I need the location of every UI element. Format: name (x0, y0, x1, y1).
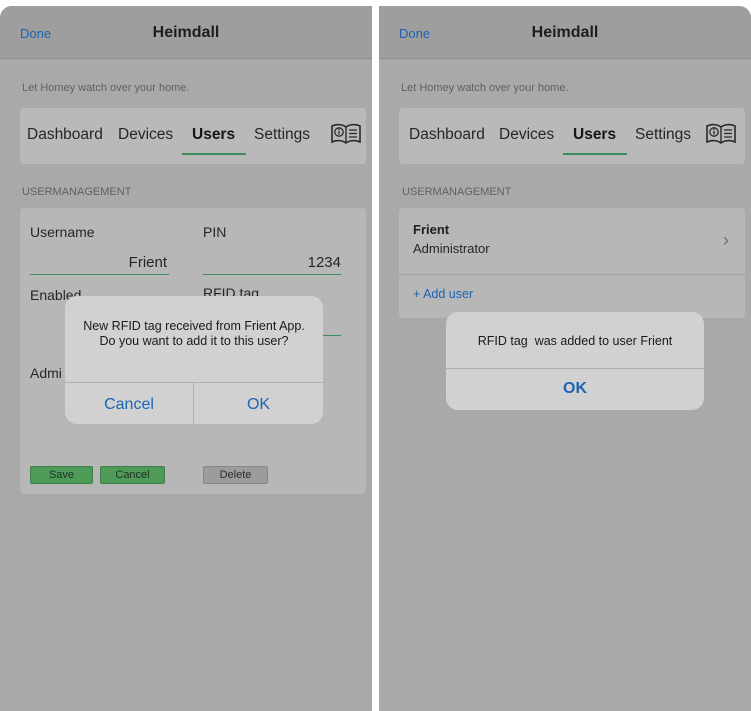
cancel-form-button[interactable]: Cancel (100, 466, 165, 484)
user-row[interactable]: Frient Administrator › (399, 208, 745, 274)
navigation-bar: Done Heimdall (379, 6, 751, 58)
tab-devices[interactable]: Devices (499, 126, 554, 144)
dialog-cancel-button[interactable]: Cancel (65, 396, 193, 414)
user-list: Frient Administrator › + Add user (399, 208, 745, 318)
header-divider (0, 58, 372, 59)
rfid-confirm-dialog: New RFID tag received from Frient App. D… (65, 296, 323, 424)
tab-users[interactable]: Users (192, 126, 235, 144)
active-tab-indicator (182, 153, 246, 155)
tab-users[interactable]: Users (573, 126, 616, 144)
tab-settings[interactable]: Settings (254, 126, 310, 144)
tab-devices[interactable]: Devices (118, 126, 173, 144)
username-label: Username (30, 224, 95, 240)
pin-field[interactable]: 1234 (203, 254, 341, 271)
user-role: Administrator (413, 241, 490, 256)
section-title: USERMANAGEMENT (22, 186, 132, 198)
dialog-divider (65, 382, 323, 383)
tab-bar: Dashboard Devices Users Settings (20, 108, 366, 164)
delete-button[interactable]: Delete (203, 466, 268, 484)
book-info-icon[interactable] (330, 121, 362, 145)
dialog-divider (446, 368, 704, 369)
right-screen: Done Heimdall Let Homey watch over your … (379, 6, 751, 711)
username-field[interactable]: Frient (30, 254, 167, 271)
navigation-bar: Done Heimdall (0, 6, 372, 58)
admin-label: Admi (30, 365, 62, 381)
dialog-message: RFID tag was added to user Frient (477, 334, 673, 348)
dialog-ok-button[interactable]: OK (446, 380, 704, 398)
book-info-icon[interactable] (705, 121, 737, 145)
chevron-right-icon: › (723, 230, 729, 250)
active-tab-indicator (563, 153, 627, 155)
app-title: Heimdall (152, 24, 220, 41)
app-subtitle: Let Homey watch over your home. (22, 82, 190, 94)
app-title: Heimdall (531, 24, 599, 41)
username-underline (30, 274, 169, 275)
app-subtitle: Let Homey watch over your home. (401, 82, 569, 94)
tab-bar: Dashboard Devices Users Settings (399, 108, 745, 164)
header-divider (379, 58, 751, 59)
tab-settings[interactable]: Settings (635, 126, 691, 144)
user-name: Frient (413, 222, 450, 237)
section-title: USERMANAGEMENT (402, 186, 512, 198)
row-divider (399, 274, 745, 275)
add-user-button[interactable]: + Add user (413, 287, 473, 301)
pin-underline (203, 274, 341, 275)
left-screen: Done Heimdall Let Homey watch over your … (0, 6, 372, 711)
rfid-added-dialog: RFID tag was added to user Frient OK (446, 312, 704, 410)
dialog-ok-button[interactable]: OK (194, 396, 323, 414)
pin-label: PIN (203, 224, 227, 240)
tab-dashboard[interactable]: Dashboard (27, 126, 103, 144)
tab-dashboard[interactable]: Dashboard (409, 126, 485, 144)
save-button[interactable]: Save (30, 466, 93, 484)
dialog-message: New RFID tag received from Frient App. D… (83, 319, 305, 348)
